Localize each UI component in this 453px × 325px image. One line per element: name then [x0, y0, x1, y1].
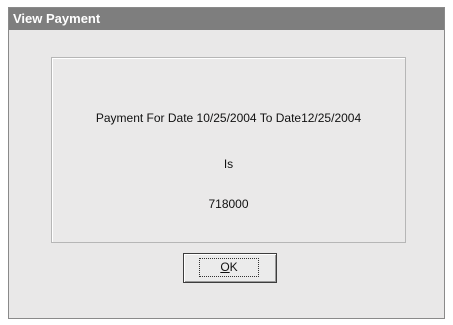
ok-button-focus-rect: OK	[199, 258, 259, 277]
ok-button[interactable]: OK	[183, 253, 277, 283]
title-bar: View Payment	[9, 8, 444, 30]
ok-mnemonic: O	[220, 260, 230, 274]
ok-label-rest: K	[229, 260, 238, 274]
dialog-title: View Payment	[13, 11, 101, 26]
payment-amount: 718000	[208, 197, 249, 211]
payment-info-panel: Payment For Date 10/25/2004 To Date12/25…	[51, 57, 406, 243]
is-label: Is	[223, 157, 234, 171]
view-payment-dialog: View Payment Payment For Date 10/25/2004…	[8, 7, 445, 319]
payment-date-range-text: Payment For Date 10/25/2004 To Date12/25…	[95, 111, 362, 125]
